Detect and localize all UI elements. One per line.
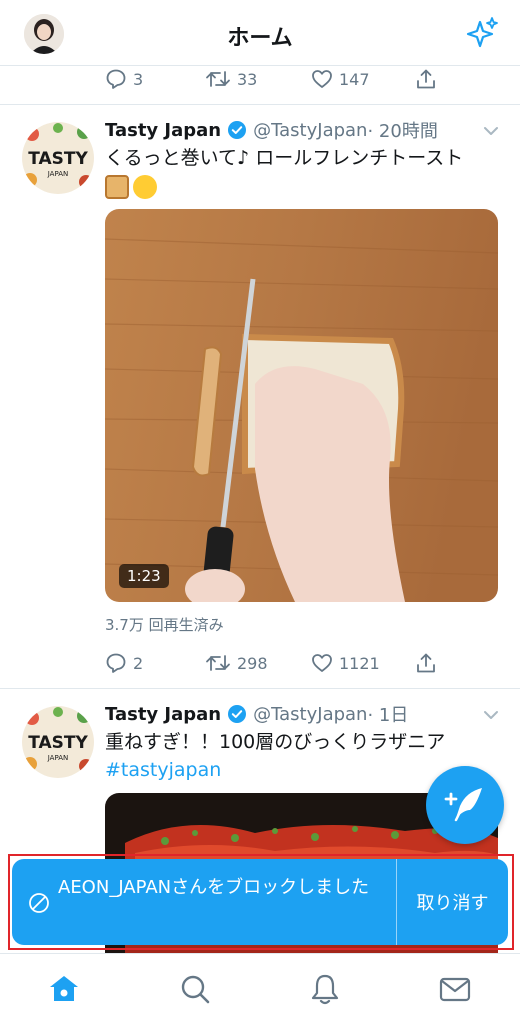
tweet-actions: 2 298 1121 [105,648,445,678]
verified-icon [228,121,247,139]
tweet-header: Tasty Japan @TastyJapan · 20時間 [105,116,438,144]
like-count: 1121 [339,653,380,673]
tweet-author-avatar[interactable]: TASTY JAPAN [22,122,94,194]
tweet-text: くるっと巻いて♪ ロールフレンチトースト [105,144,500,200]
video-player[interactable]: 1:23 [105,209,498,602]
block-toast: AEON_JAPANさんをブロックしました 取り消す [12,859,508,945]
tweet-time: · 1日 [367,705,409,726]
like-icon [312,70,332,88]
chevron-down-icon[interactable] [482,122,500,140]
view-count: 3.7万 回再生済み [105,616,224,634]
sparkle-icon[interactable] [464,16,500,52]
bottom-tab-bar [0,953,520,1024]
like-count: 147 [339,69,370,89]
share-icon [417,69,435,89]
tweet-author-avatar[interactable]: TASTY JAPAN [22,706,94,778]
author-handle: @TastyJapan [253,119,368,141]
like-button[interactable]: 1121 [311,652,415,674]
undo-button[interactable]: 取り消す [397,859,508,945]
hashtag-link[interactable]: #tastyjapan [105,759,221,781]
bread-emoji [105,174,129,199]
video-thumbnail [105,209,498,602]
video-duration: 1:23 [119,564,169,588]
block-icon [29,893,49,913]
verified-icon [228,705,247,723]
messages-icon[interactable] [438,972,472,1006]
reply-button[interactable]: 2 [105,652,205,674]
like-button[interactable]: 147 [311,68,415,90]
top-header: ホーム [0,0,520,66]
share-button[interactable] [415,68,437,90]
reply-count: 2 [133,653,144,673]
toast-message: AEON_JAPANさんをブロックしました [58,877,370,898]
page-title: ホーム [227,26,293,51]
search-icon[interactable] [178,972,212,1006]
retweet-count: 33 [237,69,258,89]
like-icon [312,654,332,672]
reply-icon [106,653,126,673]
retweet-icon [206,71,230,87]
divider [0,688,520,689]
divider [0,104,520,105]
retweet-count: 298 [237,653,268,673]
reply-count: 3 [133,69,144,89]
home-icon[interactable] [47,972,81,1006]
author-handle: @TastyJapan [253,703,368,725]
notifications-icon[interactable] [308,972,342,1006]
author-name[interactable]: Tasty Japan [105,704,221,725]
author-name[interactable]: Tasty Japan [105,120,221,141]
retweet-icon [206,655,230,671]
tweet-actions: 3 33 147 [105,64,445,94]
tweet-time: · 20時間 [367,121,438,142]
tweet-body: くるっと巻いて♪ ロールフレンチトースト [105,147,464,169]
reply-icon [106,69,126,89]
tweet-header: Tasty Japan @TastyJapan · 1日 [105,700,408,728]
retweet-button[interactable]: 298 [205,652,311,674]
share-button[interactable] [415,652,437,674]
smile-emoji [133,174,157,199]
reply-button[interactable]: 3 [105,68,205,90]
svg-text:JAPAN: JAPAN [47,170,69,178]
svg-text:TASTY: TASTY [28,149,88,169]
compose-button[interactable] [426,766,504,844]
tweet-body: 重ねすぎ！！100層のびっくりラザニア [105,731,446,753]
svg-text:JAPAN: JAPAN [47,754,69,762]
share-icon [417,653,435,673]
compose-icon [444,788,482,822]
chevron-down-icon[interactable] [482,706,500,724]
retweet-button[interactable]: 33 [205,68,311,90]
svg-text:TASTY: TASTY [28,733,88,753]
